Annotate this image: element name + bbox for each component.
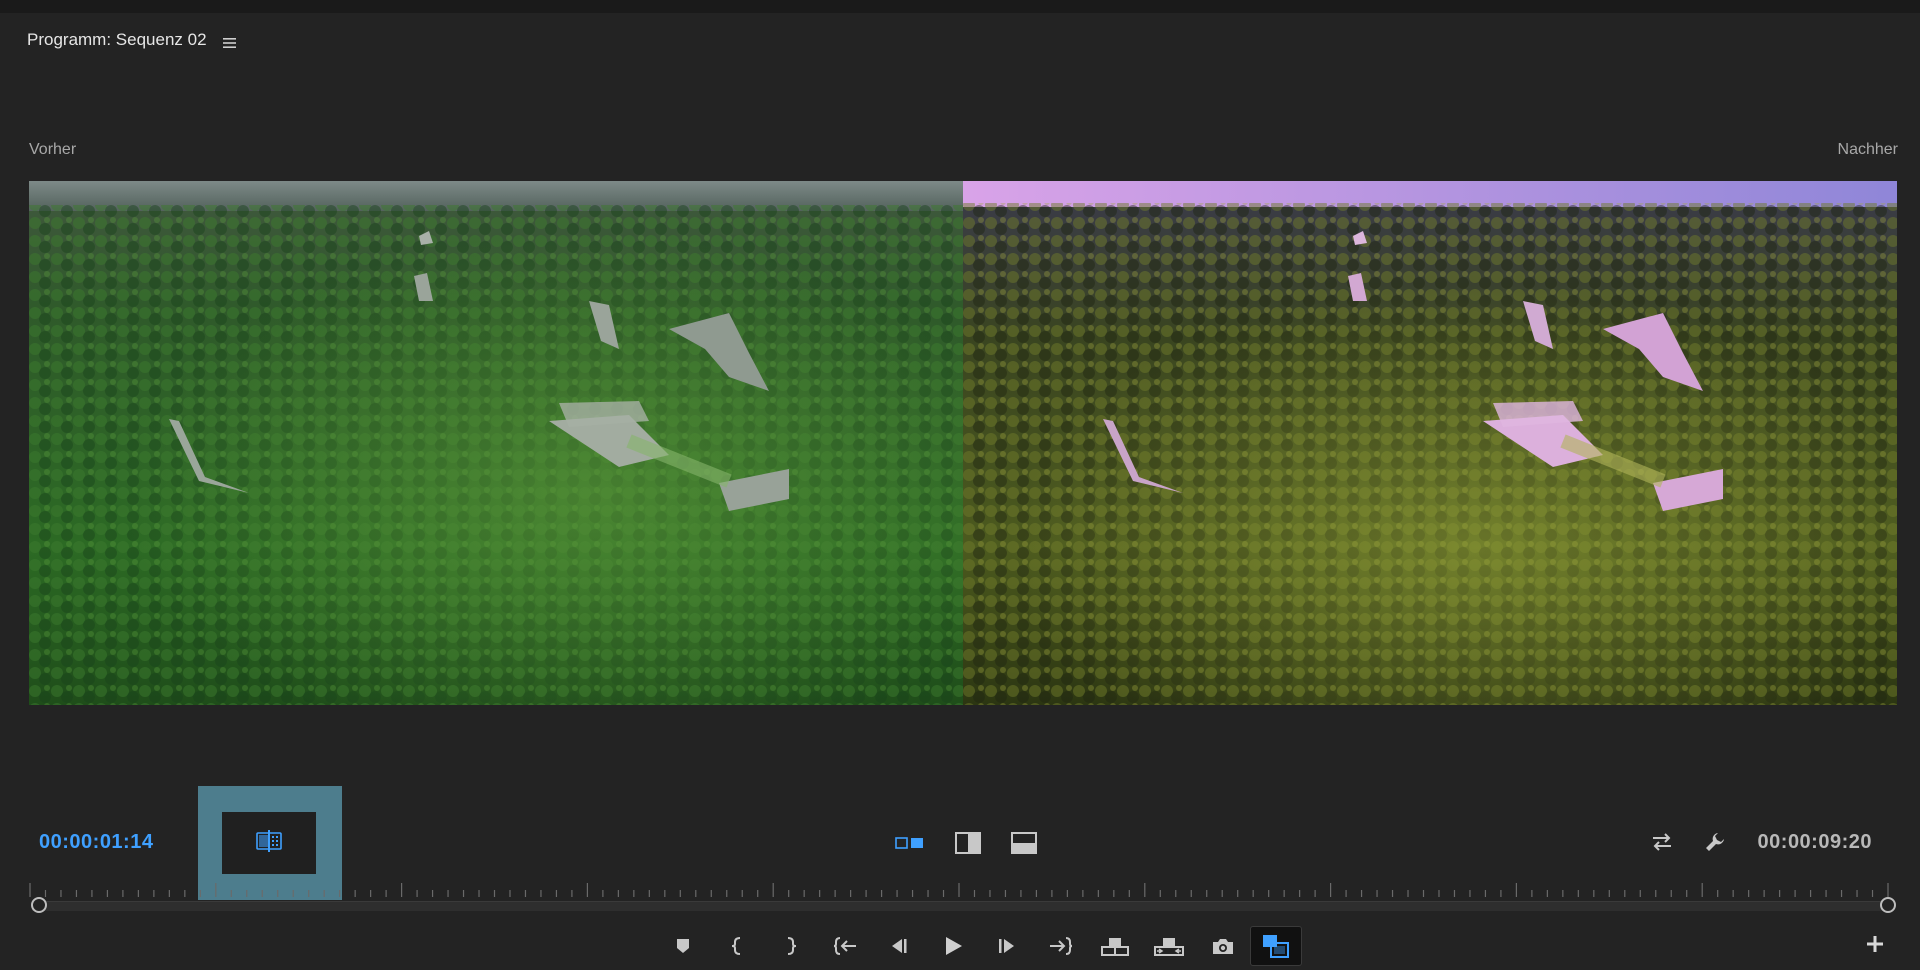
- comparison-view-icon: [1263, 935, 1289, 958]
- vertical-split-icon: [955, 832, 981, 854]
- before-label: Vorher: [29, 141, 77, 158]
- extract-button[interactable]: [1142, 926, 1196, 966]
- transport-controls: [656, 926, 1302, 966]
- side-by-side-icon: [895, 837, 923, 849]
- time-ruler[interactable]: [29, 881, 1891, 897]
- comparison-view-modes: [895, 832, 1037, 854]
- marker-icon: [677, 939, 689, 953]
- out-point-handle[interactable]: [1880, 897, 1896, 913]
- step-back-button[interactable]: [872, 926, 926, 966]
- duration-timecode: 00:00:09:20: [1757, 831, 1872, 853]
- step-forward-button[interactable]: [980, 926, 1034, 966]
- side-by-side-button[interactable]: [895, 835, 925, 851]
- wrench-icon: [1706, 833, 1724, 851]
- horizontal-split-icon: [1011, 832, 1037, 854]
- vertical-split-button[interactable]: [955, 832, 981, 854]
- shuffle-split-button[interactable]: [222, 812, 316, 874]
- in-point-handle[interactable]: [31, 897, 47, 913]
- go-to-out-button[interactable]: [1034, 926, 1088, 966]
- right-tools: [1650, 831, 1726, 853]
- panel-title[interactable]: Programm: Sequenz 02: [27, 30, 207, 50]
- step-forward-icon: [999, 939, 1014, 953]
- after-frame: [963, 181, 1897, 705]
- swap-sides-icon: [1653, 833, 1671, 851]
- play-icon: [946, 937, 962, 955]
- comparison-view-button[interactable]: [1250, 926, 1302, 966]
- shuffle-split-icon: [256, 829, 282, 857]
- play-button[interactable]: [926, 926, 980, 966]
- plus-icon: [1867, 936, 1883, 952]
- comparison-viewer[interactable]: [29, 181, 1897, 705]
- go-to-in-icon: [833, 937, 856, 955]
- add-marker-button[interactable]: [656, 926, 710, 966]
- swap-sides-button[interactable]: [1650, 832, 1674, 852]
- after-label: Nachher: [1837, 141, 1898, 158]
- hamburger-menu-icon[interactable]: [222, 34, 237, 48]
- extract-icon: [1154, 938, 1184, 956]
- mark-out-button[interactable]: [764, 926, 818, 966]
- before-frame: [29, 181, 963, 705]
- add-button[interactable]: [1866, 935, 1884, 958]
- settings-button[interactable]: [1704, 831, 1726, 853]
- go-to-out-icon: [1050, 937, 1073, 955]
- mark-out-icon: [787, 937, 797, 955]
- step-back-icon: [892, 939, 907, 953]
- export-frame-button[interactable]: [1196, 926, 1250, 966]
- scrub-bar[interactable]: [32, 901, 1890, 911]
- mark-in-icon: [731, 937, 741, 955]
- go-to-in-button[interactable]: [818, 926, 872, 966]
- program-monitor-panel: Programm: Sequenz 02 Vorher Nachher 00:0…: [0, 0, 1920, 970]
- mark-in-button[interactable]: [710, 926, 764, 966]
- lift-icon: [1101, 938, 1129, 956]
- lift-button[interactable]: [1088, 926, 1142, 966]
- panel-header: Programm: Sequenz 02: [27, 25, 237, 55]
- horizontal-split-button[interactable]: [1011, 832, 1037, 854]
- export-frame-icon: [1213, 939, 1233, 954]
- current-timecode[interactable]: 00:00:01:14: [39, 831, 153, 854]
